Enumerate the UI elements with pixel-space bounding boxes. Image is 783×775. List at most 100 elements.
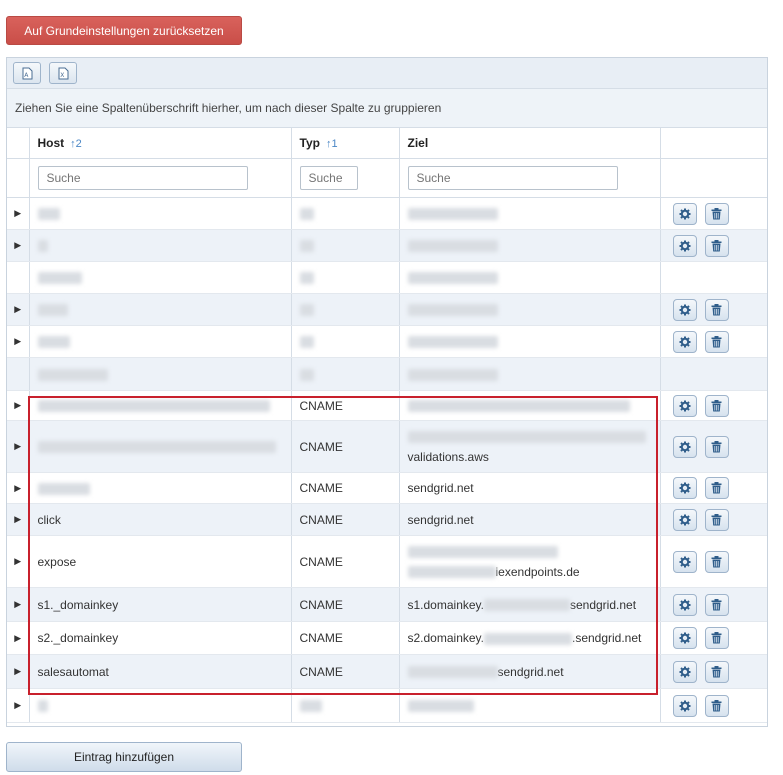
expand-row-icon[interactable]: ▶ <box>14 700 21 710</box>
ziel-cell: validations.aws <box>399 420 661 473</box>
host-value: s1._domainkey <box>37 597 119 612</box>
redacted-text <box>299 240 314 253</box>
redacted-text <box>299 208 314 221</box>
trash-icon[interactable] <box>704 330 729 353</box>
ziel-search-input[interactable] <box>407 166 618 190</box>
typ-cell <box>291 325 400 358</box>
table-row[interactable]: ▶ <box>7 688 767 723</box>
filter-cell-empty <box>7 158 30 198</box>
gear-icon[interactable] <box>672 298 697 321</box>
gear-icon[interactable] <box>672 394 697 417</box>
trash-icon[interactable] <box>704 298 729 321</box>
trash-icon[interactable] <box>704 593 729 616</box>
ziel-value-suffix: sendgrid.net <box>569 597 637 612</box>
gear-icon[interactable] <box>672 660 697 683</box>
host-cell <box>29 197 292 230</box>
add-entry-button[interactable]: Eintrag hinzufügen <box>6 742 242 772</box>
pdf-export-icon[interactable]: A <box>13 62 41 84</box>
trash-icon[interactable] <box>704 627 729 649</box>
group-by-drop-area[interactable]: Ziehen Sie eine Spaltenüberschrift hierh… <box>7 89 767 128</box>
table-row[interactable]: ▶ salesautomat CNAME sendgrid.net <box>7 654 767 689</box>
gear-icon[interactable] <box>672 694 697 717</box>
gear-icon[interactable] <box>672 550 697 573</box>
actions-cell <box>660 325 767 358</box>
typ-value: CNAME <box>299 439 343 454</box>
column-header-ziel[interactable]: Ziel <box>399 128 661 159</box>
expand-row-icon[interactable]: ▶ <box>14 400 21 410</box>
redacted-text <box>407 272 498 285</box>
sort-asc-icon: ↑1 <box>325 138 338 150</box>
trash-icon[interactable] <box>704 508 729 531</box>
expand-row-icon[interactable]: ▶ <box>14 633 21 643</box>
expand-row-icon[interactable]: ▶ <box>14 666 21 676</box>
typ-value: CNAME <box>299 481 343 495</box>
expand-cell: ▶ <box>7 621 30 655</box>
trash-icon[interactable] <box>704 234 729 257</box>
column-header-typ[interactable]: Typ ↑1 <box>291 128 400 159</box>
expand-row-icon[interactable]: ▶ <box>14 304 21 314</box>
gear-icon[interactable] <box>672 508 697 531</box>
table-row[interactable]: ▶ CNAME <box>7 390 767 421</box>
redacted-text <box>407 566 496 579</box>
actions-cell <box>660 503 767 536</box>
trash-icon[interactable] <box>704 202 729 225</box>
trash-icon[interactable] <box>704 394 729 417</box>
table-row[interactable]: ▶ <box>7 325 767 358</box>
table-row[interactable]: ▶ s2._domainkey CNAME s2.domainkey. .sendgri… <box>7 621 767 655</box>
excel-export-icon[interactable]: X <box>49 62 77 84</box>
typ-cell <box>291 197 400 230</box>
redacted-text <box>37 400 270 413</box>
trash-icon[interactable] <box>704 477 729 499</box>
table-row[interactable]: ▶ <box>7 197 767 230</box>
column-header-host[interactable]: Host ↑2 <box>29 128 292 159</box>
table-row[interactable]: ▶ CNAME validations.aws <box>7 420 767 473</box>
gear-icon[interactable] <box>672 593 697 616</box>
expand-row-icon[interactable]: ▶ <box>14 514 21 524</box>
trash-icon[interactable] <box>704 550 729 573</box>
ziel-cell: s2.domainkey. .sendgrid.net <box>399 621 661 655</box>
expand-row-icon[interactable]: ▶ <box>14 483 21 493</box>
typ-cell <box>291 293 400 326</box>
ziel-cell <box>399 229 661 262</box>
host-cell: click <box>29 503 292 536</box>
ziel-value-suffix: sendgrid.net <box>497 664 564 679</box>
host-cell <box>29 261 292 294</box>
ziel-cell <box>399 325 661 358</box>
expand-row-icon[interactable]: ▶ <box>14 441 21 451</box>
table-row[interactable]: ▶ click CNAME sendgrid.net <box>7 503 767 536</box>
typ-value: CNAME <box>299 512 343 527</box>
table-row[interactable] <box>7 357 767 391</box>
redacted-text <box>407 700 474 713</box>
gear-icon[interactable] <box>672 477 697 499</box>
table-row[interactable] <box>7 261 767 294</box>
host-search-input[interactable] <box>37 166 248 190</box>
typ-value: CNAME <box>299 597 343 612</box>
typ-cell <box>291 357 400 391</box>
gear-icon[interactable] <box>672 234 697 257</box>
expand-row-icon[interactable]: ▶ <box>14 240 21 250</box>
gear-icon[interactable] <box>672 435 697 458</box>
reset-to-defaults-button[interactable]: Auf Grundeinstellungen zurücksetzen <box>6 16 242 45</box>
expand-row-icon[interactable]: ▶ <box>14 599 21 609</box>
table-row[interactable]: ▶ CNAME sendgrid.net <box>7 472 767 504</box>
table-row[interactable]: ▶ <box>7 293 767 326</box>
ziel-header-label: Ziel <box>407 136 429 150</box>
actions-cell <box>660 420 767 473</box>
table-row[interactable]: ▶ s1._domainkey CNAME s1.domainkey. sendgrid… <box>7 587 767 622</box>
gear-icon[interactable] <box>672 202 697 225</box>
gear-icon[interactable] <box>672 330 697 353</box>
trash-icon[interactable] <box>704 694 729 717</box>
expand-row-icon[interactable]: ▶ <box>14 336 21 346</box>
host-cell <box>29 357 292 391</box>
ziel-cell <box>399 357 661 391</box>
expand-row-icon[interactable]: ▶ <box>14 208 21 218</box>
table-row[interactable]: ▶ expose CNAME iexendpoints.de <box>7 535 767 588</box>
trash-icon[interactable] <box>704 660 729 683</box>
trash-icon[interactable] <box>704 435 729 458</box>
expand-cell: ▶ <box>7 420 30 473</box>
table-row[interactable]: ▶ <box>7 229 767 262</box>
redacted-text <box>407 304 498 317</box>
expand-row-icon[interactable]: ▶ <box>14 556 21 566</box>
typ-search-input[interactable] <box>299 166 358 190</box>
gear-icon[interactable] <box>672 627 697 649</box>
